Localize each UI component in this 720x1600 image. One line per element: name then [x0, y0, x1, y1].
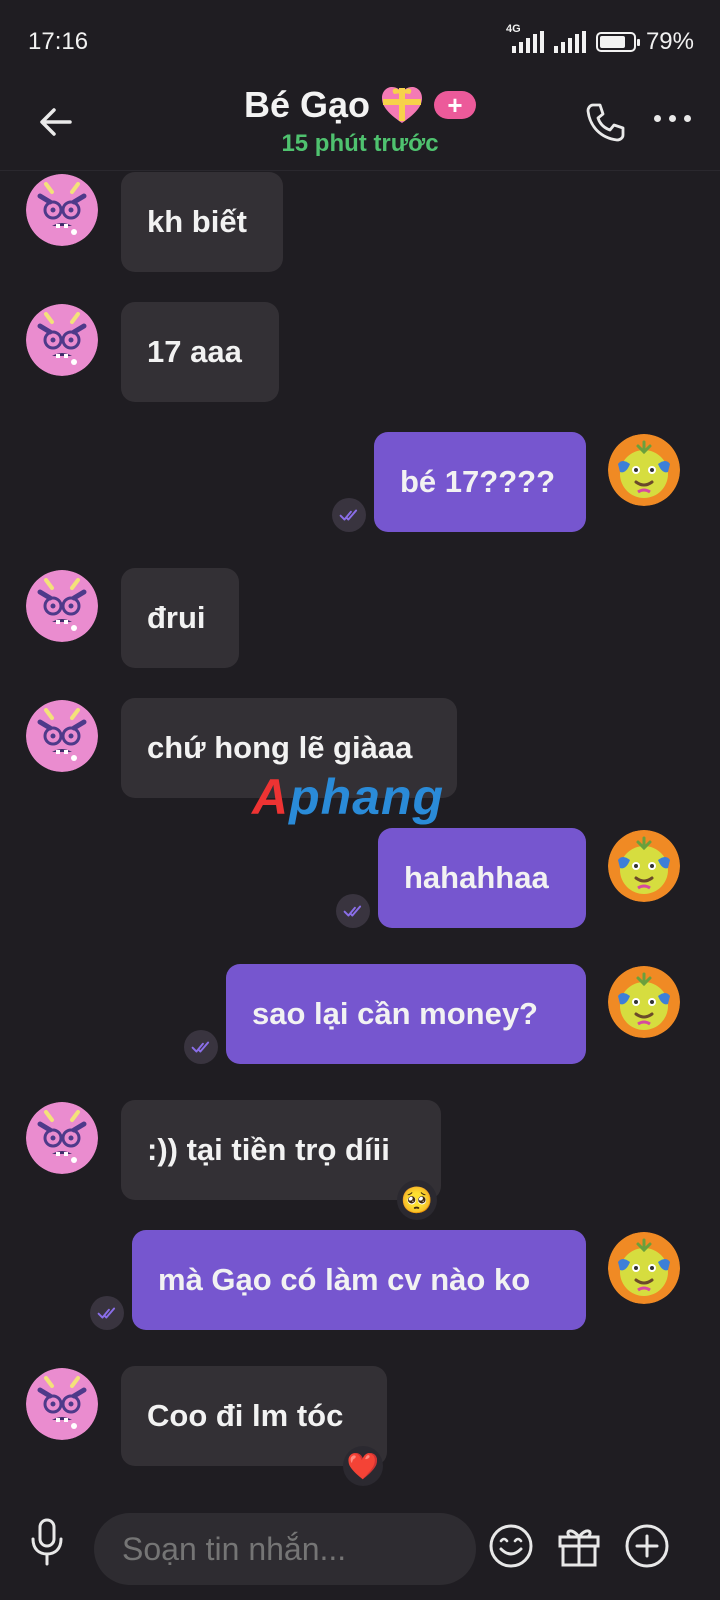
message-row: mà Gạo có làm cv nào ko: [0, 1230, 720, 1330]
contact-name: Bé Gạo: [243, 84, 371, 125]
cellular-signal-icon: 4G: [506, 23, 544, 53]
message-bubble[interactable]: bé 17????: [374, 432, 586, 532]
message-row: hahahhaa: [0, 828, 720, 928]
message-bubble[interactable]: :)) tại tiền trọ díii: [121, 1100, 441, 1200]
plus-badge: +: [434, 91, 477, 119]
my-avatar[interactable]: [608, 966, 680, 1038]
message-row: 17 aaa: [0, 302, 720, 402]
cellular-signal-2-icon: [553, 31, 586, 53]
emoji-icon[interactable]: [486, 1521, 536, 1571]
phone-icon[interactable]: [584, 100, 628, 144]
message-row: Coo đi lm tóc ❤️: [0, 1366, 720, 1486]
gift-icon[interactable]: [554, 1521, 604, 1571]
contact-avatar[interactable]: [26, 304, 98, 376]
status-icons: 4G 79%: [506, 23, 694, 56]
seen-check-icon: [336, 894, 370, 928]
message-bubble[interactable]: đrui: [121, 568, 239, 668]
reaction-emoji[interactable]: ❤️: [343, 1446, 383, 1486]
network-type: 4G: [505, 23, 521, 35]
contact-avatar[interactable]: [26, 1368, 98, 1440]
seen-check-icon: [90, 1296, 124, 1330]
status-time: 17:16: [28, 28, 89, 55]
message-bubble[interactable]: sao lại cần money?: [226, 964, 586, 1064]
contact-avatar[interactable]: [26, 174, 98, 246]
my-avatar[interactable]: [608, 830, 680, 902]
contact-avatar[interactable]: [26, 1102, 98, 1174]
add-icon[interactable]: [622, 1521, 672, 1571]
battery-icon: [595, 32, 640, 52]
more-icon[interactable]: [648, 108, 696, 128]
chat-header: Bé Gạo + 15 phút trước: [0, 80, 720, 171]
contact-avatar[interactable]: [26, 570, 98, 642]
message-bubble[interactable]: kh biết: [121, 172, 283, 272]
message-row: kh biết: [0, 172, 720, 272]
message-row: bé 17????: [0, 432, 720, 532]
seen-check-icon: [184, 1030, 218, 1064]
message-bubble[interactable]: hahahhaa: [378, 828, 586, 928]
message-row: đrui: [0, 568, 720, 668]
message-row: :)) tại tiền trọ díii 🥺: [0, 1100, 720, 1220]
heart-gift-icon: [382, 87, 423, 123]
contact-avatar[interactable]: [26, 700, 98, 772]
message-bubble[interactable]: mà Gạo có làm cv nào ko: [132, 1230, 586, 1330]
reaction-emoji[interactable]: 🥺: [397, 1180, 437, 1220]
seen-check-icon: [332, 498, 366, 532]
my-avatar[interactable]: [608, 1232, 680, 1304]
message-bubble[interactable]: 17 aaa: [121, 302, 279, 402]
composer-bar: [0, 1497, 720, 1600]
battery-percent: 79%: [645, 28, 694, 55]
watermark: Aphang: [252, 769, 445, 825]
status-bar: 17:16 4G 79%: [0, 0, 720, 80]
my-avatar[interactable]: [608, 434, 680, 506]
message-input[interactable]: [94, 1513, 476, 1585]
microphone-icon[interactable]: [26, 1517, 68, 1567]
message-row: sao lại cần money?: [0, 964, 720, 1064]
